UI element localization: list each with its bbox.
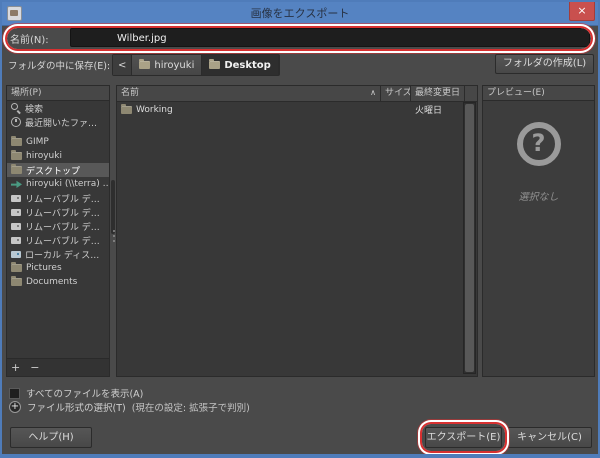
file-row-working[interactable]: Working 火曜日	[117, 102, 477, 117]
window-title: 画像をエクスポート	[250, 7, 350, 20]
folder-icon	[209, 59, 221, 69]
folder-icon	[11, 164, 22, 174]
places-toolbar: + −	[7, 358, 109, 376]
places-panel: 場所(P) 検索 最近開いたファ… GIMP hiroyuki デスクトップ h…	[6, 85, 110, 377]
recent-icon	[11, 117, 21, 127]
drive-icon	[11, 222, 21, 230]
column-size[interactable]: サイズ	[381, 86, 411, 101]
checkbox-icon[interactable]	[9, 387, 20, 399]
places-list: 検索 最近開いたファ… GIMP hiroyuki デスクトップ hiroyuk…	[7, 101, 109, 289]
file-modified: 火曜日	[415, 106, 443, 116]
place-item-search[interactable]: 検索	[7, 101, 109, 115]
preview-body: 選択なし	[483, 101, 594, 376]
column-spacer	[465, 86, 477, 101]
add-place-button[interactable]: +	[11, 360, 20, 375]
show-all-files-label: すべてのファイルを表示(A)	[26, 389, 144, 400]
preview-header: プレビュー(E)	[483, 86, 594, 101]
places-scrollbar-thumb[interactable]	[111, 180, 115, 234]
place-item-gimp[interactable]: GIMP	[7, 135, 109, 149]
export-image-dialog: 画像をエクスポート × 名前(N): Wilber.jpg フォルダの中に保存(…	[0, 0, 600, 458]
drive-icon	[11, 236, 21, 244]
place-item-recent[interactable]: 最近開いたファ…	[7, 115, 109, 129]
scrollbar-thumb[interactable]	[465, 104, 474, 372]
disk-icon	[11, 250, 21, 258]
place-item-removable-4[interactable]: リムーバブル デ…	[7, 233, 109, 247]
breadcrumb-label: Desktop	[224, 59, 271, 71]
place-item-documents[interactable]: Documents	[7, 275, 109, 289]
path-back-button[interactable]: <	[113, 55, 133, 75]
show-all-files-option[interactable]: すべてのファイルを表示(A)	[9, 386, 143, 400]
file-type-note: (現在の設定: 拡張子で判別)	[131, 403, 250, 414]
place-item-local-disk[interactable]: ローカル ディス…	[7, 247, 109, 261]
save-in-folder-label: フォルダの中に保存(E):	[8, 61, 111, 72]
sort-ascending-icon: ∧	[370, 88, 376, 97]
place-item-removable-2[interactable]: リムーバブル デ…	[7, 205, 109, 219]
remove-place-button[interactable]: −	[30, 360, 39, 375]
place-item-desktop[interactable]: デスクトップ	[7, 163, 109, 177]
file-name: Working	[136, 104, 173, 115]
breadcrumb-label: hiroyuki	[154, 59, 195, 71]
no-selection-text: 選択なし	[518, 192, 559, 203]
file-list-scrollbar[interactable]	[463, 102, 476, 374]
expander-plus-icon[interactable]	[9, 401, 21, 413]
preview-panel: プレビュー(E) 選択なし	[482, 85, 595, 377]
path-bar: < hiroyuki Desktop	[112, 54, 280, 76]
cancel-button[interactable]: キャンセル(C)	[507, 427, 592, 448]
question-icon	[516, 122, 561, 166]
file-type-expander[interactable]: ファイル形式の選択(T) (現在の設定: 拡張子で判別)	[9, 400, 250, 414]
place-item-removable-3[interactable]: リムーバブル デ…	[7, 219, 109, 233]
folder-icon	[11, 276, 22, 286]
breadcrumb-hiroyuki[interactable]: hiroyuki	[132, 55, 203, 75]
titlebar[interactable]: 画像をエクスポート ×	[2, 2, 598, 26]
filename-label: 名前(N):	[10, 35, 49, 46]
help-button[interactable]: ヘルプ(H)	[10, 427, 92, 448]
export-button[interactable]: エクスポート(E)	[425, 427, 502, 448]
place-item-removable-1[interactable]: リムーバブル デ…	[7, 191, 109, 205]
folder-icon	[121, 103, 132, 114]
place-item-hiroyuki[interactable]: hiroyuki	[7, 149, 109, 163]
folder-icon	[11, 150, 22, 160]
file-list-panel: 名前 ∧ サイズ 最終変更日 Working 火曜日	[116, 85, 478, 377]
chevron-left-icon: <	[118, 59, 127, 71]
create-folder-button[interactable]: フォルダの作成(L)	[495, 54, 594, 74]
network-icon	[11, 180, 22, 188]
folder-icon	[139, 59, 151, 69]
places-header[interactable]: 場所(P)	[7, 86, 109, 101]
file-list-header: 名前 ∧ サイズ 最終変更日	[117, 86, 477, 102]
column-name[interactable]: 名前 ∧	[117, 86, 381, 101]
drive-icon	[11, 194, 21, 202]
folder-icon	[11, 262, 22, 272]
folder-icon	[11, 136, 22, 146]
filename-input[interactable]: Wilber.jpg	[70, 28, 590, 47]
drive-icon	[11, 208, 21, 216]
search-icon	[11, 103, 21, 113]
file-type-label: ファイル形式の選択(T)	[27, 403, 126, 414]
column-modified[interactable]: 最終変更日	[411, 86, 465, 101]
close-button[interactable]: ×	[569, 2, 595, 21]
breadcrumb-desktop[interactable]: Desktop	[202, 55, 279, 75]
place-item-pictures[interactable]: Pictures	[7, 261, 109, 275]
place-item-network-terra[interactable]: hiroyuki (\\terra) …	[7, 177, 109, 191]
